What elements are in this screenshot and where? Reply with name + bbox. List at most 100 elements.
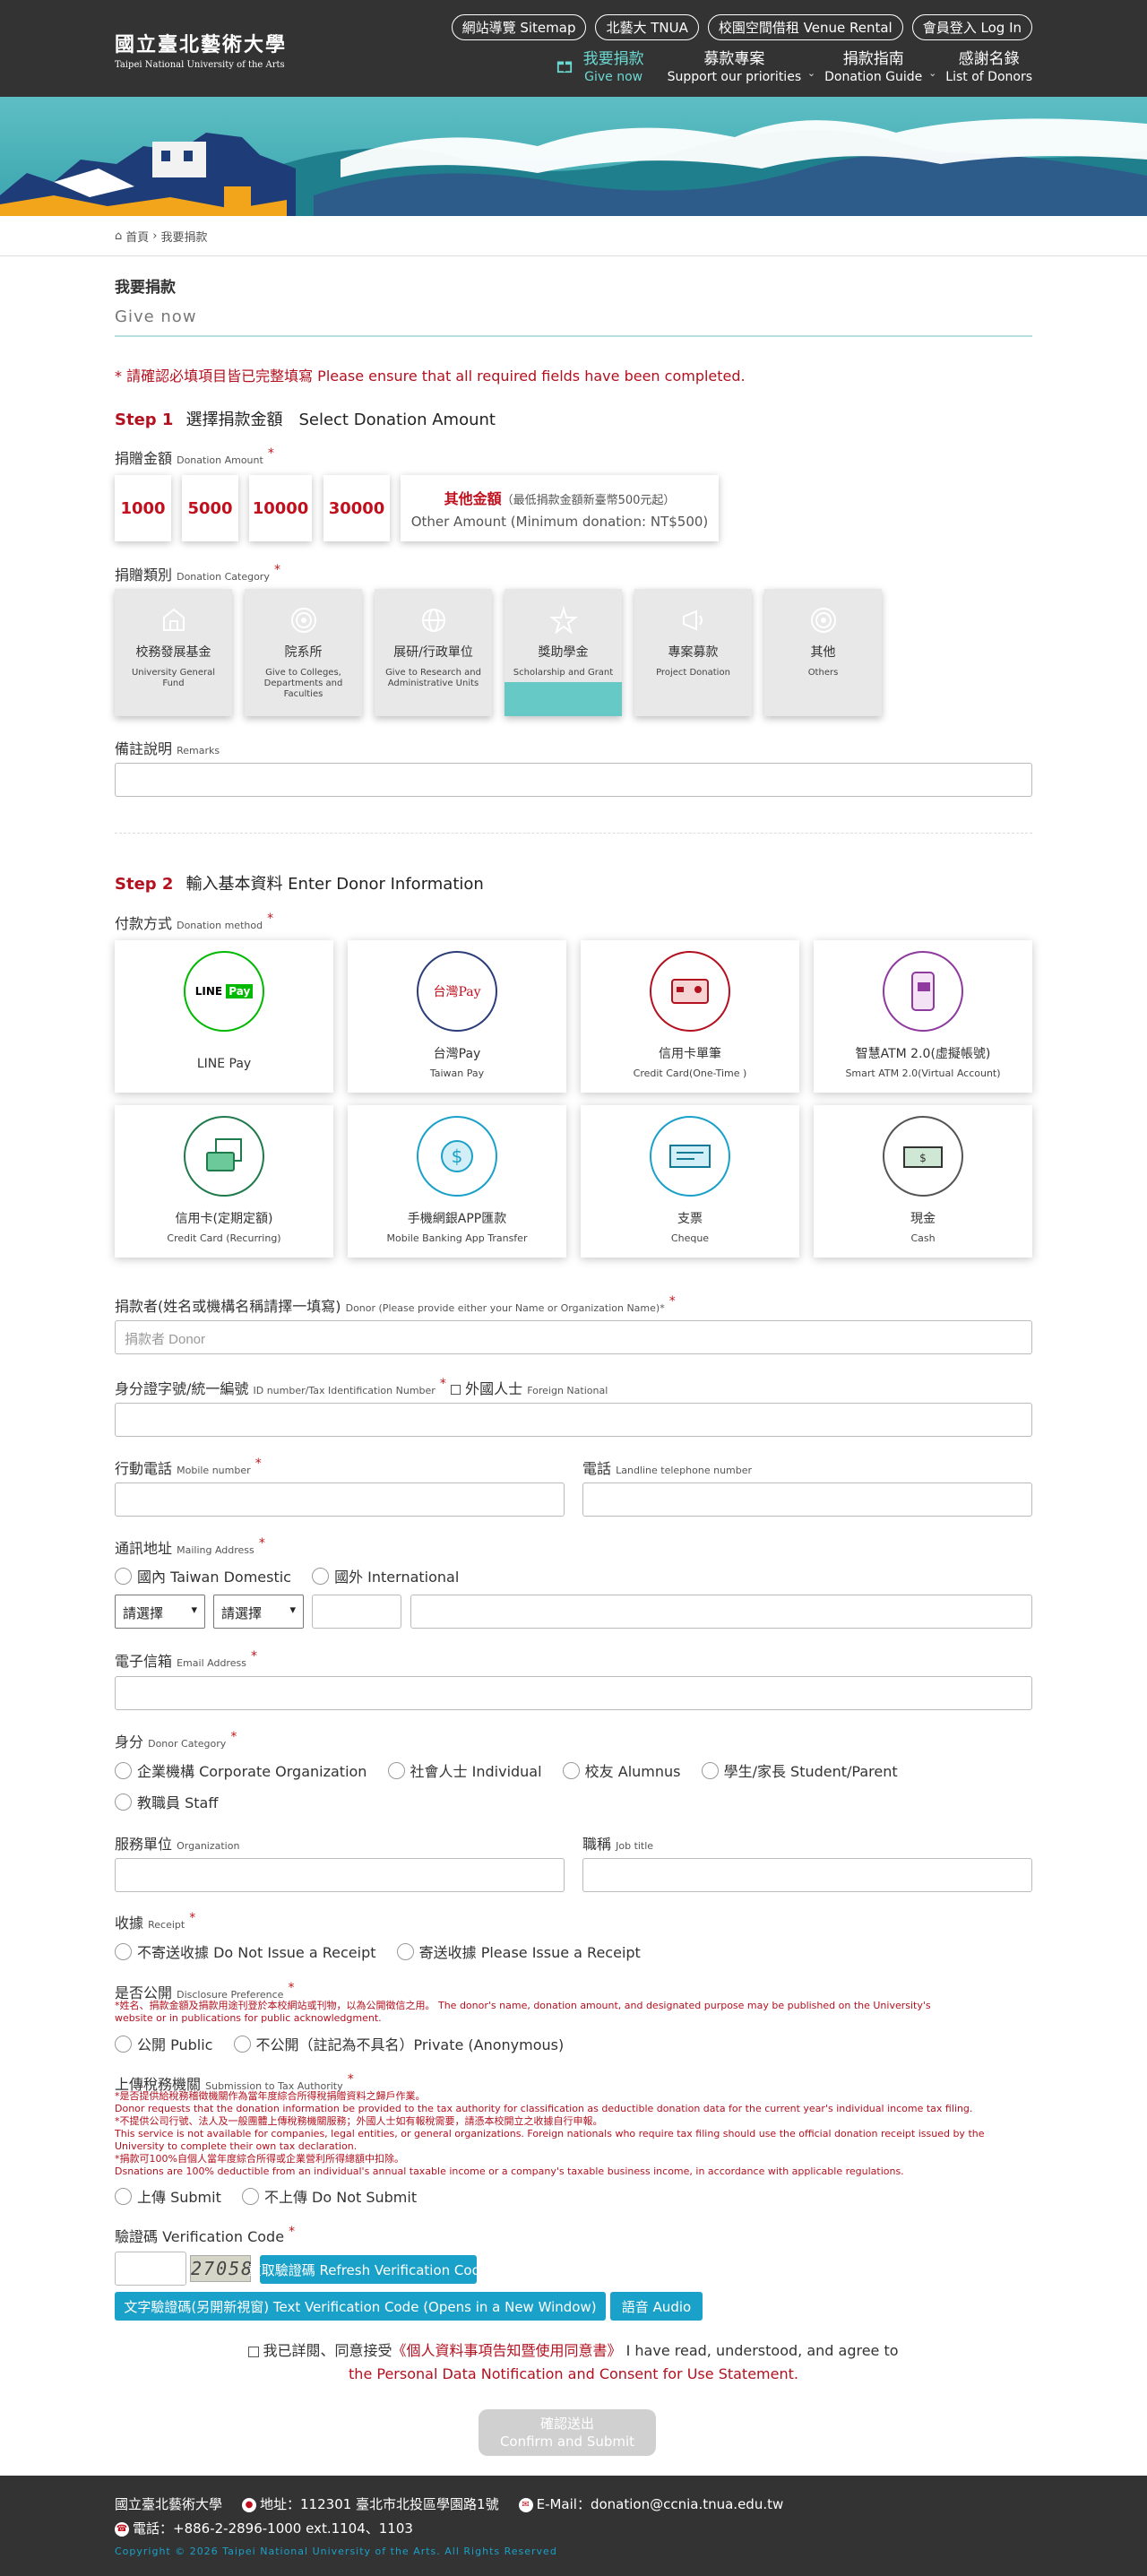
identity-staff-radio[interactable]	[115, 1793, 132, 1811]
tnua-link[interactable]: 北藝大 TNUA	[595, 14, 699, 40]
method-cheque[interactable]: 支票 Cheque	[581, 1105, 799, 1258]
audio-captcha-button[interactable]: 語音 Audio	[610, 2292, 703, 2321]
method-cash[interactable]: $ 現金 Cash	[814, 1105, 1032, 1258]
zipcode-input[interactable]	[312, 1595, 401, 1629]
amount-option-30000[interactable]: 30000	[323, 475, 390, 541]
venue-rental-link[interactable]: 校園空間借租 Venue Rental	[707, 14, 903, 40]
receipt-group: 不寄送收據 Do Not Issue a Receipt 寄送收據 Please…	[115, 1941, 1032, 1962]
category-zh: 校務發展基金	[135, 645, 211, 660]
top-links: 網站導覽 Sitemap 北藝大 TNUA 校園空間借租 Venue Renta…	[451, 14, 1032, 40]
breadcrumb-separator: ›	[152, 229, 158, 243]
amount-option-5000[interactable]: 5000	[182, 475, 238, 541]
category-project[interactable]: 專案募款 Project Donation	[634, 589, 752, 716]
identity-student-radio[interactable]	[701, 1761, 719, 1779]
footer-phone: 電話：+886-2-2896-1000 ext.1104、1103	[133, 2520, 413, 2537]
required-mark: *	[254, 1457, 262, 1471]
receipt-no-radio[interactable]	[115, 1942, 132, 1960]
home-icon[interactable]: ⌂	[115, 229, 122, 243]
amount-option-1000[interactable]: 1000	[115, 475, 171, 541]
category-colleges[interactable]: 院系所 Give to Colleges, Departments and Fa…	[245, 589, 362, 716]
footer-email[interactable]: E-Mail：donation@ccnia.tnua.edu.tw	[537, 2496, 784, 2512]
method-zh: 台灣Pay	[433, 1047, 481, 1061]
nav-donation-guide[interactable]: 捐款指南 Donation Guide ⌄	[824, 50, 936, 86]
submit-label-zh: 確認送出	[539, 2416, 594, 2432]
method-credit-card-recurring[interactable]: 信用卡(定期定額) Credit Card (Recurring)	[115, 1105, 333, 1258]
amount-option-other[interactable]: 其他金額（最低捐款金額新臺幣500元起） Other Amount (Minim…	[401, 475, 719, 541]
taiwan-pay-icon: 台灣Pay	[417, 951, 497, 1032]
identity-alumnus-radio[interactable]	[562, 1761, 580, 1779]
address-international-label: 國外 International	[334, 1569, 460, 1586]
disclosure-private-radio[interactable]	[233, 2035, 251, 2053]
building-icon	[162, 608, 185, 631]
nav-label-zh: 感謝名錄	[958, 50, 1020, 68]
method-smart-atm[interactable]: 智慧ATM 2.0(虛擬帳號) Smart ATM 2.0(Virtual Ac…	[814, 940, 1032, 1093]
disclosure-note-line: website or in publications for public ac…	[115, 2012, 382, 2024]
footer-row-1: 國立臺北藝術大學 ● 地址：112301 臺北市北投區學園路1號 ✉ E-Mail：…	[115, 2494, 783, 2513]
district-select[interactable]: 請選擇	[213, 1595, 304, 1629]
nav-support-priorities[interactable]: 募款專案 Support our priorities ⌄	[668, 50, 815, 86]
university-logo[interactable]: 國立臺北藝術大學 Taipei National University of t…	[115, 29, 287, 70]
org-label: 服務單位 Organization	[115, 1832, 563, 1854]
step1-heading: Step 1 選擇捐款金額 Select Donation Amount	[115, 407, 1032, 430]
breadcrumb-current: 我要捐款	[160, 230, 208, 245]
nav-give-now[interactable]: 我要捐款 Give now	[556, 50, 644, 86]
donor-input[interactable]: 捐款者 Donor	[115, 1320, 1032, 1354]
identity-group: 企業機構 Corporate Organization 社會人士 Individ…	[115, 1759, 1032, 1781]
amount-option-10000[interactable]: 10000	[249, 475, 312, 541]
submit-button[interactable]: 確認送出 Confirm and Submit	[479, 2409, 656, 2456]
refresh-captcha-button[interactable]: 重取驗證碼 Refresh Verification Code	[248, 2255, 488, 2284]
foreign-national-checkbox[interactable]	[451, 1385, 461, 1395]
email-input[interactable]	[115, 1676, 1032, 1710]
job-label: 職稱 Job title	[582, 1832, 653, 1854]
mobile-input[interactable]	[115, 1482, 565, 1517]
nav-list-of-donors[interactable]: 感謝名錄 List of Donors	[945, 50, 1032, 86]
identity-student-label: 學生/家長 Student/Parent	[723, 1763, 898, 1780]
address-international-radio[interactable]	[312, 1567, 330, 1585]
cash-icon: $	[883, 1116, 963, 1197]
remarks-input[interactable]	[115, 763, 1032, 797]
captcha-label-text: 驗證碼 Verification Code	[115, 2228, 285, 2245]
identity-label-en: Donor Category	[148, 1738, 227, 1750]
method-credit-card-onetime[interactable]: 信用卡單筆 Credit Card(One-Time )	[581, 940, 799, 1093]
job-title-input[interactable]	[582, 1858, 1032, 1892]
receipt-yes-radio[interactable]	[396, 1942, 414, 1960]
street-address-input[interactable]	[410, 1595, 1032, 1629]
text-captcha-button[interactable]: 文字驗證碼(另開新視窗) Text Verification Code (Ope…	[115, 2292, 606, 2321]
method-line-pay[interactable]: LINE Pay LINE Pay	[115, 940, 333, 1093]
disclosure-note-line: *姓名、捐款金額及捐款用途刊登於本校網站或刊物，以為公開徵信之用。 The do…	[115, 2000, 931, 2011]
consent-en-link[interactable]: the Personal Data Notification and Conse…	[115, 2363, 1032, 2386]
sitemap-link[interactable]: 網站導覽 Sitemap	[451, 14, 587, 40]
phone-input[interactable]	[582, 1482, 1032, 1517]
organization-input[interactable]	[115, 1858, 565, 1892]
consent-link[interactable]: 《個人資料事項告知暨使用同意書》	[392, 2342, 621, 2359]
banner-illustration	[0, 118, 1147, 216]
method-taiwan-pay[interactable]: 台灣Pay 台灣Pay Taiwan Pay	[348, 940, 566, 1093]
login-link[interactable]: 會員登入 Log In	[911, 14, 1032, 40]
location-icon: ●	[242, 2497, 257, 2512]
consent-checkbox[interactable]	[248, 2346, 260, 2357]
identity-corporate-radio[interactable]	[115, 1761, 132, 1779]
required-mark: *	[347, 2072, 354, 2087]
method-zh: 信用卡單筆	[659, 1047, 721, 1061]
amount-label-en: Donation Amount	[177, 454, 263, 466]
disclosure-public-radio[interactable]	[115, 2035, 132, 2053]
atm-phone-icon	[883, 951, 963, 1032]
category-scholarship[interactable]: 獎助學金 Scholarship and Grant	[505, 589, 622, 716]
category-others[interactable]: 其他 Others	[764, 589, 882, 716]
step2-number: Step 2	[115, 875, 174, 894]
tax-no-submit-radio[interactable]	[241, 2187, 259, 2205]
tax-submit-radio[interactable]	[115, 2187, 132, 2205]
required-mark: *	[251, 1649, 258, 1664]
breadcrumb-home[interactable]: 首頁	[125, 228, 149, 245]
address-domestic-radio[interactable]	[115, 1567, 132, 1585]
required-mark: *	[258, 1536, 265, 1551]
step1-number: Step 1	[115, 411, 174, 429]
nav-label-en: Give now	[584, 70, 643, 84]
category-university-fund[interactable]: 校務發展基金 University General Fund	[115, 589, 232, 716]
identity-individual-radio[interactable]	[387, 1761, 405, 1779]
category-research-units[interactable]: 展研/行政單位 Give to Research and Administrat…	[375, 589, 492, 716]
city-select[interactable]: 請選擇	[115, 1595, 205, 1629]
method-mobile-banking[interactable]: $ 手機網銀APP匯款 Mobile Banking App Transfer	[348, 1105, 566, 1258]
id-input[interactable]	[115, 1403, 1032, 1437]
captcha-input[interactable]	[115, 2252, 186, 2286]
